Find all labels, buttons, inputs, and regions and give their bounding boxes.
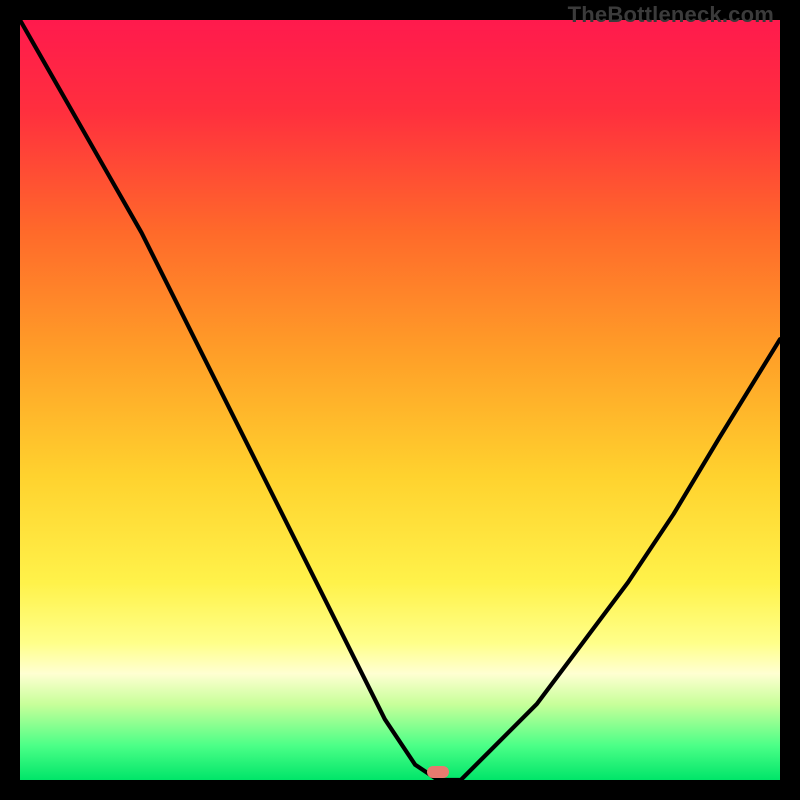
chart-plot-area: [20, 20, 780, 780]
chart-stage: TheBottleneck.com: [0, 0, 800, 800]
watermark-text: TheBottleneck.com: [568, 2, 774, 28]
optimal-marker: [427, 766, 449, 778]
bottleneck-curve: [20, 20, 780, 780]
